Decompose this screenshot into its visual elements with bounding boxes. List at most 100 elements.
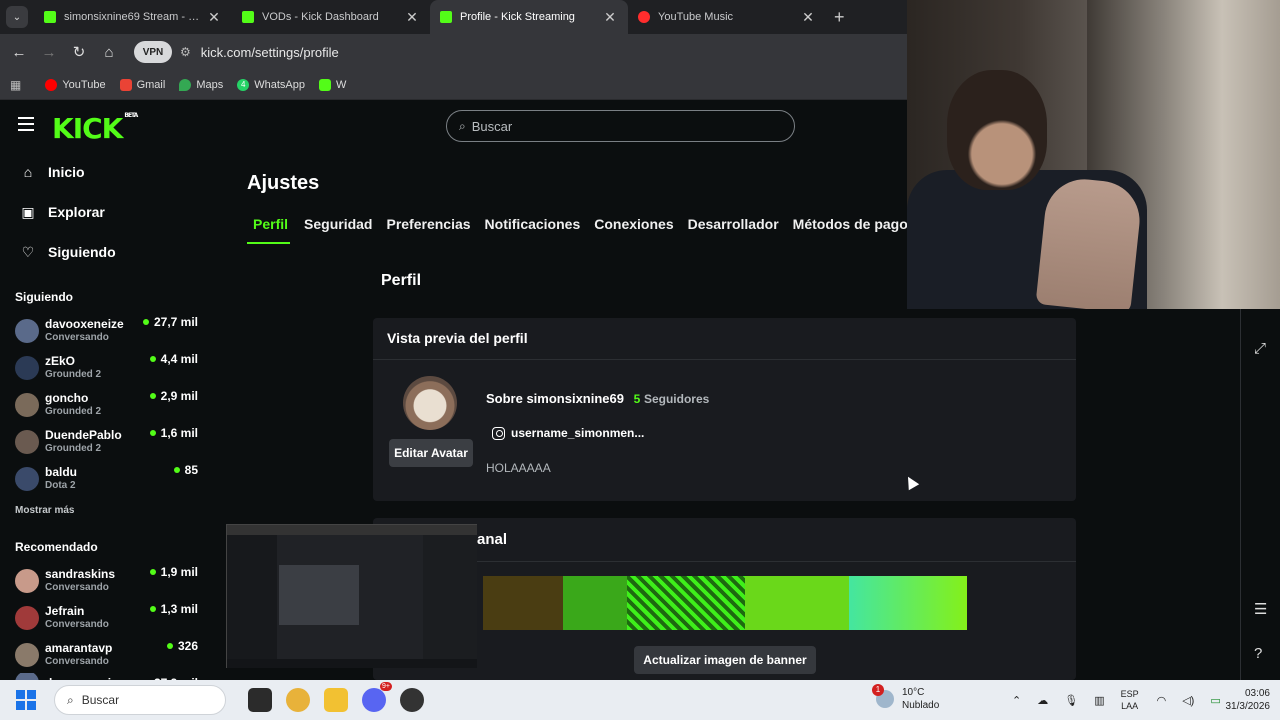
battery-icon[interactable]: ▭	[1210, 694, 1220, 707]
close-tab-icon[interactable]: ✕	[404, 9, 420, 26]
clock[interactable]: 03:06 31/3/2026	[1226, 687, 1271, 713]
live-dot-icon	[142, 319, 149, 325]
whatsapp-icon: 4	[237, 78, 250, 91]
instagram-icon	[492, 426, 505, 440]
channel-item[interactable]: zEkO Grounded 2 4,4 mil	[0, 349, 210, 386]
tab-perfil[interactable]: Perfil	[247, 212, 291, 244]
bookmark-whatsapp[interactable]: 4 WhatsApp	[237, 78, 305, 91]
channel-name: Jefrain	[45, 604, 85, 618]
page-title: Ajustes	[247, 172, 320, 194]
tab-title: YouTube Music	[658, 11, 734, 23]
viewer-count: 1,3 mil	[149, 602, 198, 616]
channel-item[interactable]: sandraskins Conversando 1,9 mil	[0, 562, 210, 599]
channel-item[interactable]: baldu Dota 2 85	[0, 460, 210, 497]
discord-icon[interactable]: 9+	[362, 682, 392, 712]
viewer-count: 1,9 mil	[149, 565, 198, 579]
weather-widget[interactable]: 1 10°C Nublado	[872, 684, 940, 712]
channel-item[interactable]: Jefrain Conversando 1,3 mil	[0, 599, 210, 636]
file-explorer-icon[interactable]	[324, 688, 348, 712]
logo-text: KICK	[52, 112, 123, 145]
bookmark-w[interactable]: W	[318, 78, 346, 91]
microphone-icon[interactable]: 🎙	[1064, 694, 1078, 707]
live-dot-icon	[149, 356, 156, 362]
site-settings-icon[interactable]: ⚙	[180, 45, 191, 59]
tab-conexiones[interactable]: Conexiones	[594, 212, 673, 244]
nav-siguiendo[interactable]: ♡ Siguiendo	[0, 232, 210, 272]
window-preview-thumbnail[interactable]	[226, 524, 477, 668]
task-view-icon[interactable]	[248, 688, 272, 712]
clock-date: 31/3/2026	[1225, 701, 1271, 712]
tab-preferencias[interactable]: Preferencias	[386, 212, 470, 244]
avatar	[15, 642, 39, 667]
banner-card: anal Actualizar imagen de banner	[373, 518, 1076, 680]
chevron-up-icon[interactable]: ⌃	[1012, 694, 1021, 707]
close-tab-icon[interactable]: ✕	[206, 9, 222, 26]
channel-item[interactable]: amarantavp Conversando 326	[0, 636, 210, 673]
url-field[interactable]: ⚙ kick.com/settings/profile	[180, 45, 339, 60]
close-tab-icon[interactable]: ✕	[800, 9, 816, 26]
channel-item[interactable]: goncho Grounded 2 2,9 mil	[0, 386, 210, 423]
bookmark-gmail[interactable]: Gmail	[119, 78, 165, 91]
channel-category: Conversando	[45, 332, 109, 343]
tune-icon[interactable]: ☰	[1254, 600, 1267, 618]
browser-tab[interactable]: VODs - Kick Dashboard ✕	[232, 0, 430, 34]
channel-name: amarantavp	[45, 641, 113, 655]
avatar	[15, 568, 39, 593]
forward-icon[interactable]: →	[34, 44, 64, 61]
close-tab-icon[interactable]: ✕	[602, 9, 618, 26]
browser-tab[interactable]: simonsixnine69 Stream - Watch ✕	[34, 0, 232, 34]
wifi-icon[interactable]: ◠	[1157, 694, 1167, 707]
tab-title: VODs - Kick Dashboard	[262, 11, 379, 23]
search-input[interactable]: ⌕ Buscar	[446, 110, 795, 142]
lang-top: ESP	[1120, 689, 1139, 699]
start-button[interactable]	[16, 690, 36, 710]
onedrive-icon[interactable]: ☁	[1037, 694, 1048, 707]
tab-metodos-de-pago[interactable]: Métodos de pago	[793, 212, 908, 244]
bookmark-label: Maps	[196, 78, 224, 91]
search-placeholder: Buscar	[471, 118, 513, 134]
about-label: Sobre simonsixnine69	[486, 391, 624, 406]
tab-desarrollador[interactable]: Desarrollador	[688, 212, 779, 244]
language-indicator[interactable]: ESP LAA	[1121, 688, 1139, 712]
viewer-count-text: 4,4 mil	[160, 352, 198, 366]
section-heading: Perfil	[381, 272, 422, 289]
reload-icon[interactable]: ↻	[64, 43, 94, 61]
instagram-handle: username_simonmen...	[511, 426, 645, 440]
tab-search-button[interactable]: ⌄	[6, 6, 28, 28]
app-icon[interactable]	[400, 688, 424, 712]
tab-seguridad[interactable]: Seguridad	[304, 212, 372, 244]
nav-explorar[interactable]: ▣ Explorar	[0, 192, 210, 232]
channel-item[interactable]: davooxeneize Conversando 27,7 mil	[0, 312, 210, 349]
collapse-icon[interactable]: ⤢	[1254, 340, 1266, 357]
avatar	[15, 392, 39, 417]
browser-tab[interactable]: YouTube Music ✕	[628, 0, 826, 34]
weather-desc: Nublado	[902, 700, 940, 711]
browser-tab-active[interactable]: Profile - Kick Streaming ✕	[430, 0, 628, 34]
volume-icon[interactable]: ◁)	[1182, 694, 1194, 707]
bookmark-youtube[interactable]: YouTube	[45, 78, 106, 91]
taskbar-search[interactable]: ⌕ Buscar	[54, 685, 226, 715]
bookmark-maps[interactable]: Maps	[179, 78, 224, 91]
tab-title: Profile - Kick Streaming	[460, 11, 575, 23]
back-icon[interactable]: ←	[4, 44, 34, 61]
vpn-button[interactable]: VPN	[134, 41, 172, 63]
weather-badge: 1	[872, 684, 884, 696]
edit-avatar-button[interactable]: Editar Avatar	[389, 439, 473, 467]
new-tab-button[interactable]: +	[834, 7, 845, 28]
kick-logo[interactable]: KICK BETA	[52, 112, 138, 145]
instagram-link[interactable]: username_simonmen...	[492, 426, 644, 440]
apps-grid-icon[interactable]: ▦	[10, 78, 21, 92]
help-icon[interactable]: ?	[1254, 645, 1262, 662]
card-title: anal	[373, 518, 1076, 562]
update-banner-button[interactable]: Actualizar imagen de banner	[634, 646, 816, 674]
discord-badge: 9+	[380, 682, 392, 691]
channel-item[interactable]: DuendePablo Grounded 2 1,6 mil	[0, 423, 210, 460]
network-icon[interactable]: ▥	[1094, 694, 1104, 707]
home-icon[interactable]: ⌂	[94, 44, 124, 61]
followers-count: 5	[633, 392, 641, 406]
menu-icon[interactable]	[18, 117, 34, 131]
chrome-icon[interactable]	[286, 688, 310, 712]
nav-inicio[interactable]: ⌂ Inicio	[0, 152, 210, 192]
show-more-link[interactable]: Mostrar más	[15, 505, 210, 516]
tab-notificaciones[interactable]: Notificaciones	[485, 212, 581, 244]
